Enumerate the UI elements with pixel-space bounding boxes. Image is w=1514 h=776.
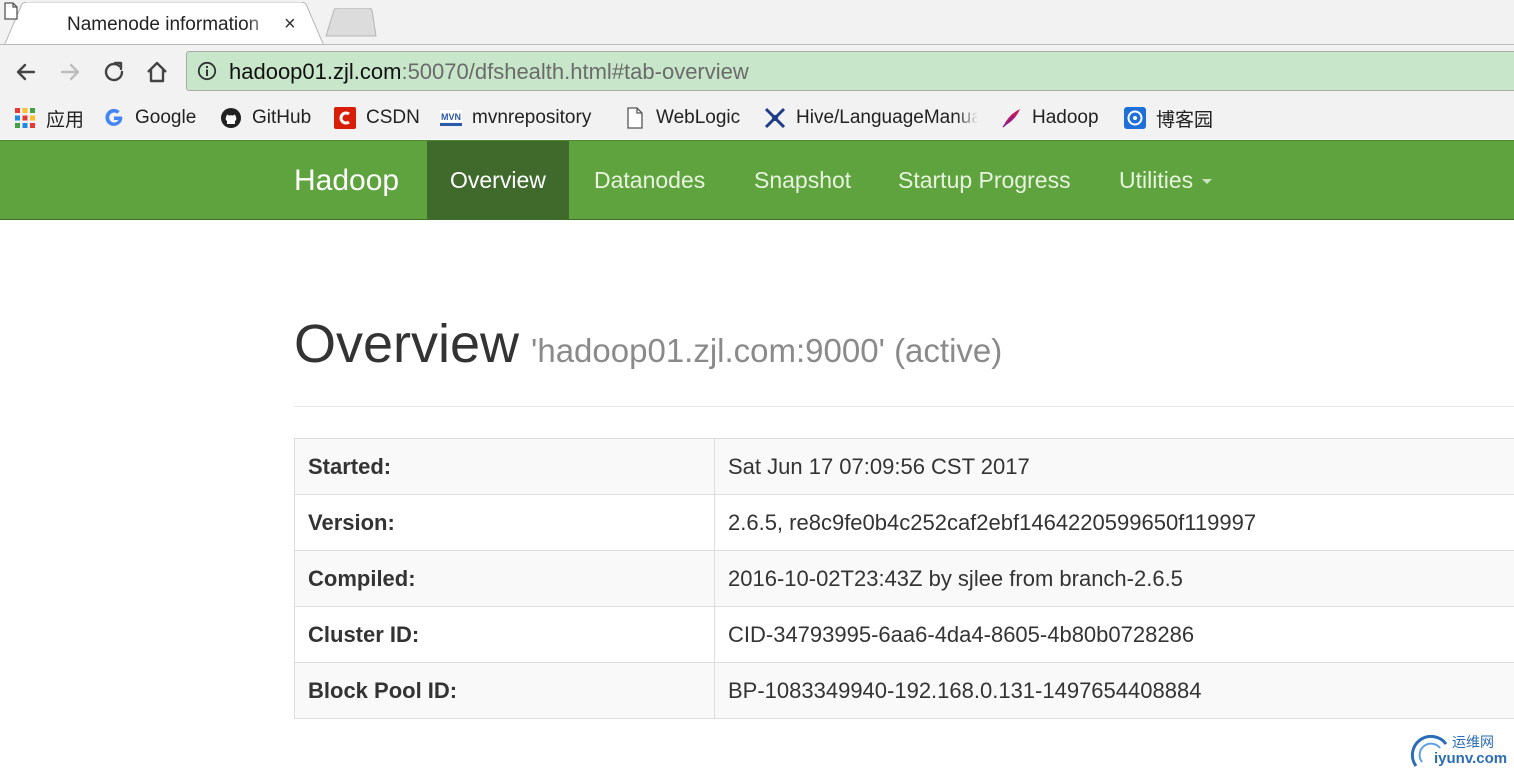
mvn-icon: MVN	[440, 110, 462, 126]
nav-tab-snapshot[interactable]: Snapshot	[754, 141, 851, 219]
table-row: Started: Sat Jun 17 07:09:56 CST 2017	[294, 438, 1514, 495]
page-title: Overview	[294, 314, 520, 374]
svg-text:MVN: MVN	[441, 112, 461, 122]
info-icon[interactable]	[197, 61, 217, 81]
watermark-cn: 运维网	[1452, 734, 1494, 750]
bookmark-label: 应用	[46, 109, 85, 131]
browser-tabstrip: Namenode information ×	[0, 0, 1514, 46]
bookmarks-bar: 应用 Google GitHub CSDN MVN mvnrepository	[0, 97, 1514, 139]
row-value: BP-1083349940-192.168.0.131-149765440888…	[714, 662, 1514, 719]
row-value: Sat Jun 17 07:09:56 CST 2017	[714, 438, 1514, 495]
overview-table: Started: Sat Jun 17 07:09:56 CST 2017 Ve…	[294, 438, 1514, 719]
bookmark-label: Google	[135, 107, 197, 128]
page-icon	[627, 107, 643, 129]
apps-grid-icon	[15, 108, 35, 128]
forward-arrow-icon[interactable]	[57, 59, 83, 85]
google-icon	[105, 108, 123, 126]
feather-icon	[1002, 109, 1020, 128]
csdn-icon	[334, 107, 356, 129]
new-tab-button[interactable]	[322, 8, 378, 38]
url-path: :50070/dfshealth.html#tab-overview	[401, 59, 749, 84]
bookmark-label: Hive/LanguageManual	[796, 107, 978, 128]
bookmark-cnblogs[interactable]: 博客园	[1124, 105, 1213, 131]
table-row: Cluster ID: CID-34793995-6aa6-4da4-8605-…	[294, 606, 1514, 663]
bookmark-google[interactable]: Google	[103, 105, 196, 131]
hadoop-navbar: Hadoop Overview Datanodes Snapshot Start…	[0, 140, 1514, 220]
browser-toolbar: hadoop01.zjl.com:50070/dfshealth.html#ta…	[0, 45, 1514, 97]
nav-tab-overview[interactable]: Overview	[427, 141, 569, 219]
caret-down-icon	[1202, 179, 1213, 185]
nav-tab-utilities-label: Utilities	[1119, 167, 1194, 193]
bookmark-hive-manual[interactable]: Hive/LanguageManual	[764, 105, 978, 131]
url-text: hadoop01.zjl.com:50070/dfshealth.html#ta…	[229, 59, 749, 85]
back-arrow-icon[interactable]	[13, 59, 39, 85]
address-bar[interactable]: hadoop01.zjl.com:50070/dfshealth.html#ta…	[186, 51, 1514, 91]
bookmark-weblogic[interactable]: WebLogic	[624, 105, 740, 131]
bookmark-hadoop[interactable]: Hadoop	[1000, 105, 1099, 131]
row-key: Started:	[294, 438, 715, 495]
bookmark-label: 博客园	[1156, 109, 1214, 131]
page-header: Overview 'hadoop01.zjl.com:9000' (active)	[294, 312, 1002, 376]
table-row: Block Pool ID: BP-1083349940-192.168.0.1…	[294, 662, 1514, 719]
page-subtitle: 'hadoop01.zjl.com:9000' (active)	[531, 332, 1003, 369]
bookmark-label: mvnrepository	[472, 107, 592, 128]
row-key: Version:	[294, 494, 715, 551]
table-row: Compiled: 2016-10-02T23:43Z by sjlee fro…	[294, 550, 1514, 607]
home-icon[interactable]	[144, 59, 170, 85]
tab-title: Namenode information	[67, 14, 260, 35]
nav-tab-datanodes[interactable]: Datanodes	[594, 141, 705, 219]
row-key: Block Pool ID:	[294, 662, 715, 719]
cnblogs-icon	[1124, 107, 1146, 129]
tab-close-button[interactable]: ×	[284, 13, 296, 35]
github-icon	[221, 108, 241, 128]
browser-tab[interactable]: Namenode information ×	[4, 2, 326, 46]
row-key: Cluster ID:	[294, 606, 715, 663]
row-value: CID-34793995-6aa6-4da4-8605-4b80b0728286	[714, 606, 1514, 663]
bookmark-label: Hadoop	[1032, 107, 1099, 128]
nav-tab-startup-progress[interactable]: Startup Progress	[898, 141, 1071, 219]
hive-icon	[764, 107, 786, 129]
bookmark-label: WebLogic	[656, 107, 741, 128]
bookmark-mvnrepository[interactable]: MVN mvnrepository	[440, 105, 591, 131]
row-key: Compiled:	[294, 550, 715, 607]
url-host: hadoop01.zjl.com	[229, 59, 402, 84]
watermark-en: iyunv.com	[1434, 750, 1508, 767]
navbar-brand[interactable]: Hadoop	[294, 163, 399, 199]
bookmark-github[interactable]: GitHub	[220, 105, 311, 131]
table-row: Version: 2.6.5, re8c9fe0b4c252caf2ebf146…	[294, 494, 1514, 551]
row-value: 2.6.5, re8c9fe0b4c252caf2ebf146422059965…	[714, 494, 1514, 551]
row-value: 2016-10-02T23:43Z by sjlee from branch-2…	[714, 550, 1514, 607]
bookmark-apps[interactable]: 应用	[14, 105, 84, 131]
reload-icon[interactable]	[101, 59, 127, 85]
bookmark-label: GitHub	[252, 107, 312, 128]
bookmark-csdn[interactable]: CSDN	[334, 105, 420, 131]
bookmark-label: CSDN	[366, 107, 420, 128]
nav-tab-utilities[interactable]: Utilities	[1119, 141, 1213, 219]
page-icon	[4, 2, 18, 20]
watermark-logo: 运维网 iyunv.com	[1408, 728, 1514, 774]
header-divider	[294, 406, 1514, 407]
